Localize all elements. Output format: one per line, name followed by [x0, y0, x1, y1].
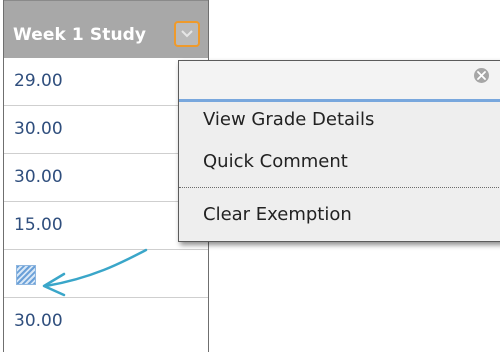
close-icon [477, 71, 486, 80]
gradebook-page: Week 1 Study 29.00 30.00 30.00 15.00 30.… [0, 0, 500, 352]
grade-value: 30.00 [14, 311, 63, 331]
menu-item-label: Clear Exemption [203, 204, 352, 225]
menu-item-label: Quick Comment [203, 151, 348, 172]
menu-item-clear-exemption[interactable]: Clear Exemption [179, 198, 500, 234]
grade-value: 30.00 [14, 167, 63, 187]
column-title: Week 1 Study [13, 25, 147, 45]
context-menu-header [179, 61, 500, 99]
menu-item-label: View Grade Details [203, 109, 375, 130]
grade-value: 30.00 [14, 119, 63, 139]
chevron-down-icon [181, 30, 193, 38]
grade-cell[interactable]: 30.00 [4, 298, 208, 352]
menu-item-view-grade-details[interactable]: View Grade Details [179, 103, 500, 139]
exempt-grade-icon [16, 265, 36, 285]
menu-accent-bar [179, 99, 500, 102]
callout-arrow-icon [42, 248, 148, 297]
grade-value: 29.00 [14, 71, 63, 91]
menu-divider [179, 187, 500, 188]
grade-value: 15.00 [14, 215, 63, 235]
column-menu-button[interactable] [174, 21, 200, 47]
close-button[interactable] [474, 68, 489, 83]
context-menu: View Grade Details Quick Comment Clear E… [178, 60, 500, 242]
menu-item-quick-comment[interactable]: Quick Comment [179, 145, 500, 181]
column-header: Week 1 Study [4, 0, 208, 58]
